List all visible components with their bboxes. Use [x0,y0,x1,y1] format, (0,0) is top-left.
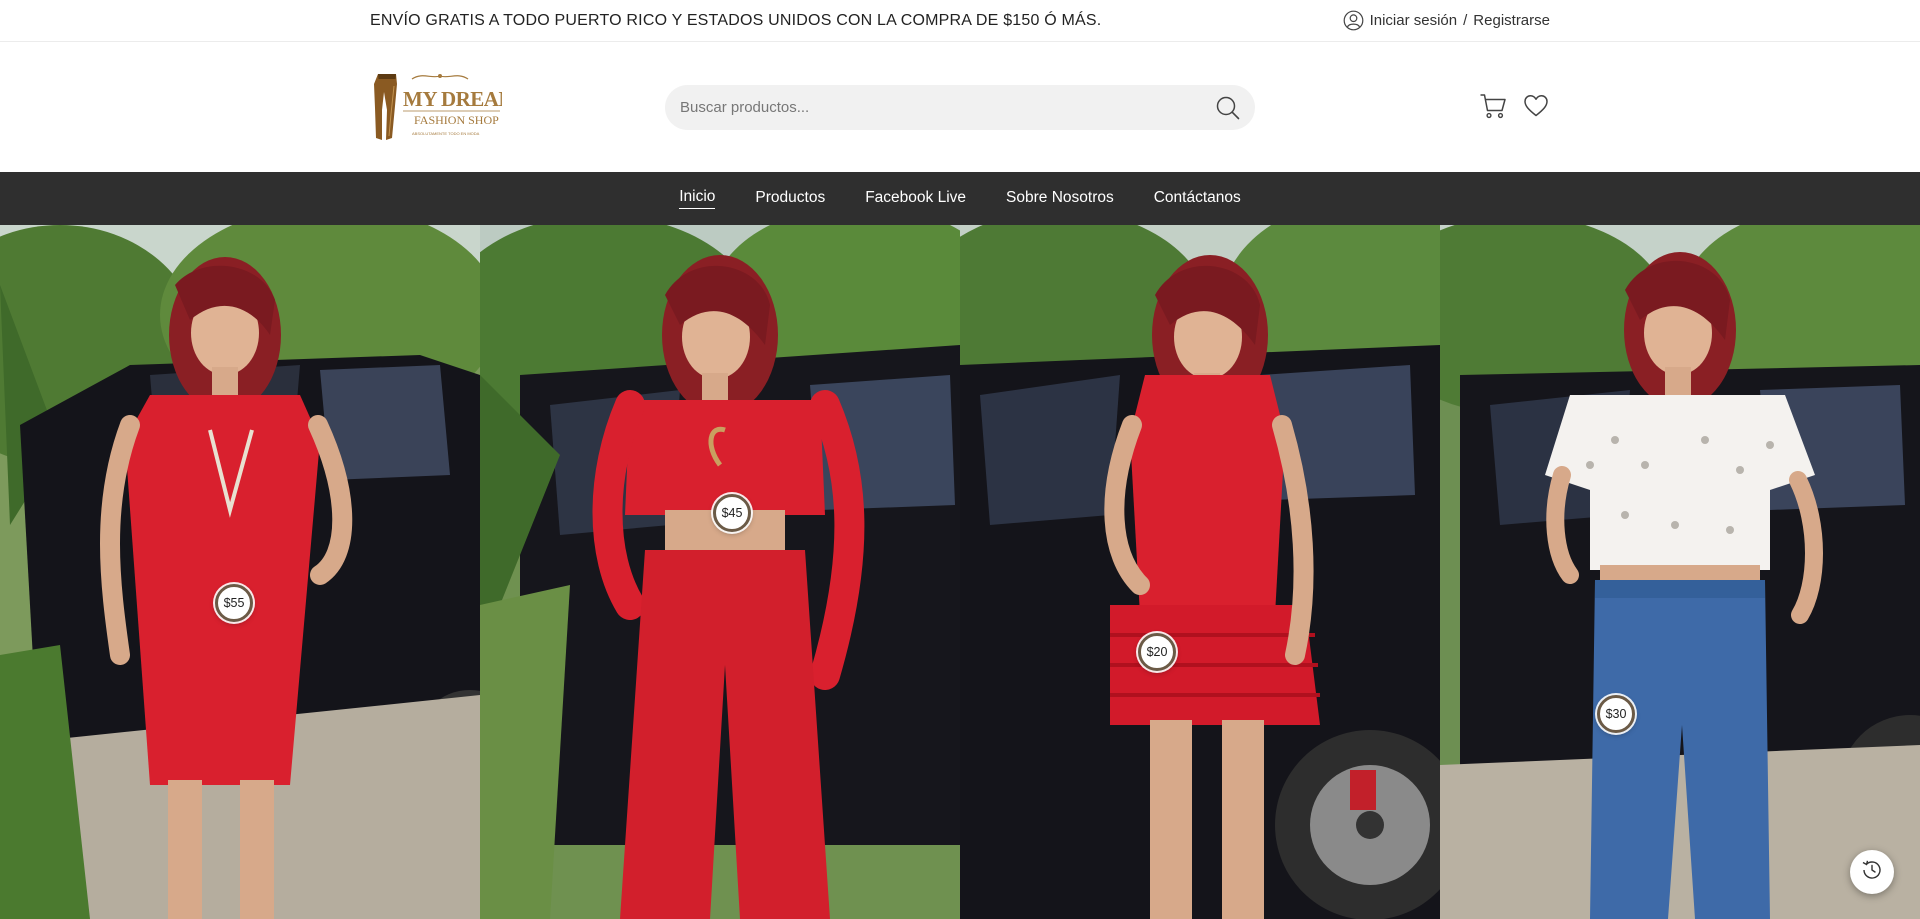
model-photo [480,225,960,919]
register-link[interactable]: Registrarse [1473,12,1550,29]
model-photo [960,225,1440,919]
main-navigation: Inicio Productos Facebook Live Sobre Nos… [0,172,1920,225]
user-icon[interactable] [1343,10,1364,31]
history-clock-icon [1860,858,1884,887]
nav-item-inicio[interactable]: Inicio [679,188,716,209]
product-search [665,85,1255,130]
product-gallery: $55 $45 $20 $30 [0,225,1920,919]
site-header: MY DREAM FASHION SHOP ABSOLUTAMENTE TODO… [0,42,1920,172]
svg-text:MY DREAM: MY DREAM [403,87,502,111]
price-tag[interactable]: $45 [713,494,751,532]
price-tag[interactable]: $20 [1138,633,1176,671]
model-photo [1440,225,1920,919]
shopping-cart-icon[interactable] [1479,92,1507,120]
top-bar: ENVÍO GRATIS A TODO PUERTO RICO Y ESTADO… [0,0,1920,42]
gallery-photo-red-top-pants[interactable]: $45 [480,225,960,919]
account-links: Iniciar sesión / Registrarse [1343,10,1550,31]
search-icon[interactable] [1215,95,1241,121]
nav-item-sobre-nosotros[interactable]: Sobre Nosotros [1006,189,1114,209]
svg-text:ABSOLUTAMENTE TODO EN MODA: ABSOLUTAMENTE TODO EN MODA [412,131,480,136]
price-tag[interactable]: $55 [215,584,253,622]
site-logo[interactable]: MY DREAM FASHION SHOP ABSOLUTAMENTE TODO… [370,70,519,144]
nav-item-productos[interactable]: Productos [755,189,825,209]
account-separator: / [1463,12,1468,29]
gallery-photo-white-blouse-jeans[interactable]: $30 [1440,225,1920,919]
price-tag[interactable]: $30 [1597,695,1635,733]
nav-item-contactanos[interactable]: Contáctanos [1154,189,1241,209]
nav-item-facebook-live[interactable]: Facebook Live [865,189,966,209]
login-link[interactable]: Iniciar sesión [1370,12,1458,29]
gallery-photo-red-dress[interactable]: $55 [0,225,480,919]
svg-text:FASHION SHOP: FASHION SHOP [414,113,499,127]
wishlist-heart-icon[interactable] [1523,93,1549,119]
gallery-photo-red-bodysuit[interactable]: $20 [960,225,1440,919]
shipping-promo-text: ENVÍO GRATIS A TODO PUERTO RICO Y ESTADO… [370,12,1102,29]
recently-viewed-button[interactable] [1850,850,1894,894]
model-photo [0,225,480,919]
search-input[interactable] [665,85,1215,130]
